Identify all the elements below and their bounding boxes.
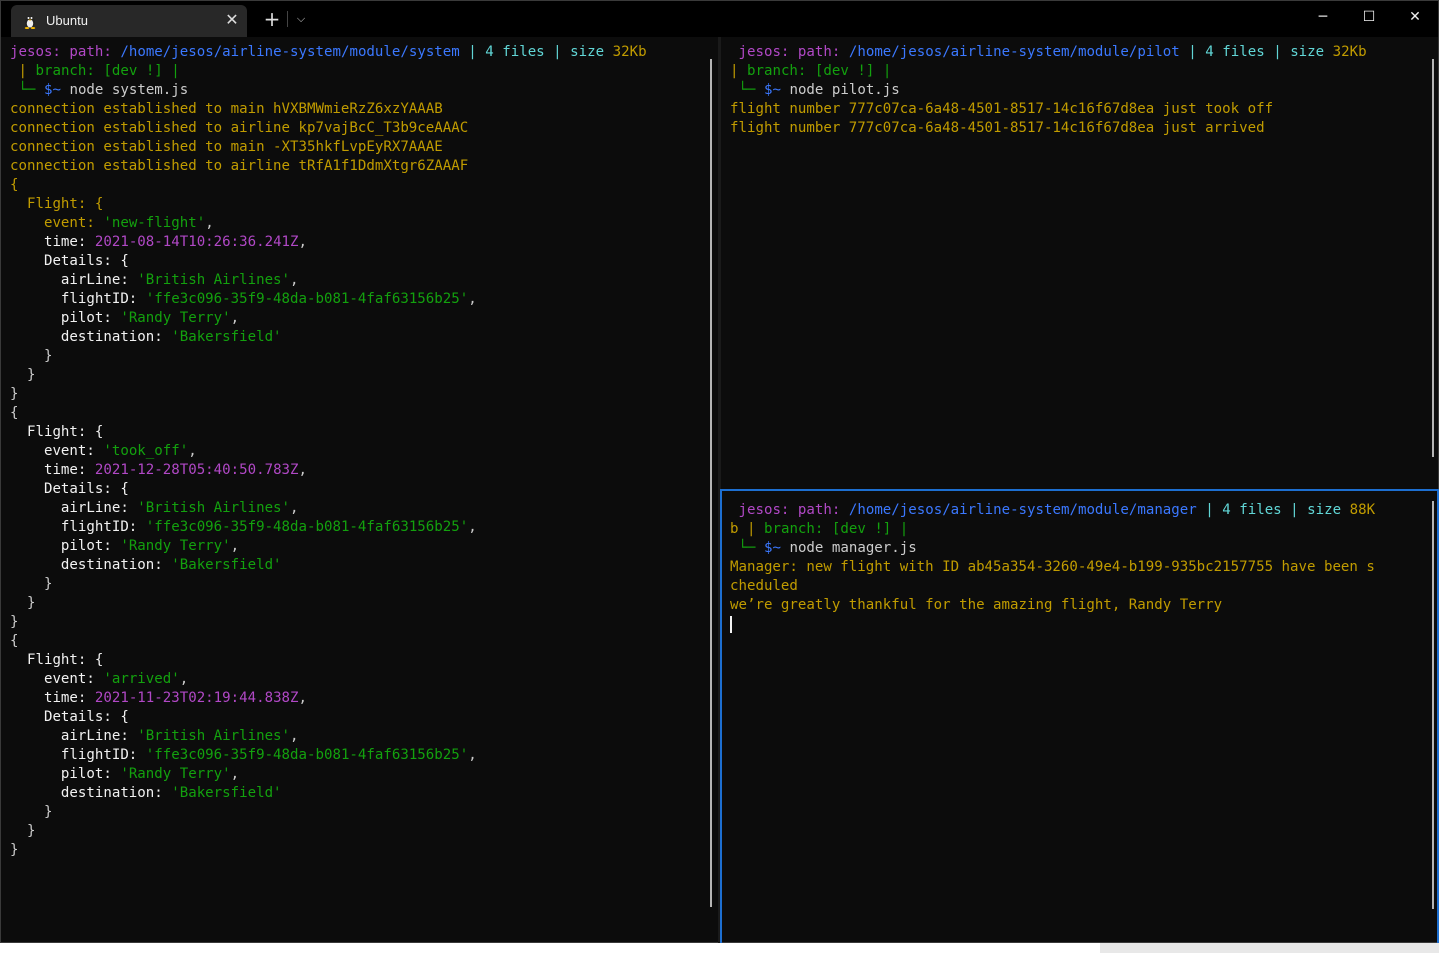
close-tab-icon[interactable]: ✕	[222, 9, 242, 31]
output-line: flight number 777c07ca-6a48-4501-8517-14…	[730, 101, 1274, 117]
pane-pilot[interactable]: jesos: path: /home/jesos/airline-system/…	[721, 37, 1439, 489]
tab-title: Ubuntu	[46, 13, 88, 28]
json-close-brace: }	[26, 595, 36, 611]
json-open-brace: {	[10, 633, 19, 649]
flightid-line: flightID: 'ffe3c096-35f9-48da-b081-4faf6…	[60, 747, 477, 763]
scrollbar-pilot[interactable]	[1432, 59, 1434, 457]
output-line: we’re greatly thankful for the amazing f…	[730, 597, 1223, 613]
minimize-button[interactable]: ─	[1300, 3, 1346, 31]
pilot-line: pilot: 'Randy Terry',	[60, 538, 240, 554]
json-close-brace: }	[10, 614, 19, 630]
json-close-brace: }	[43, 804, 53, 820]
prompt-path: /home/jesos/airline-system/module/pilot	[848, 44, 1180, 60]
tab-ubuntu[interactable]: Ubuntu ✕	[11, 5, 247, 37]
time-line: time: 2021-12-28T05:40:50.783Z,	[43, 462, 308, 478]
flight-key: Flight: {	[26, 196, 104, 212]
output-line: Manager: new flight with ID ab45a354-326…	[730, 559, 1375, 575]
details-key: Details: {	[43, 253, 129, 269]
event-line: event: 'took_off',	[43, 443, 197, 459]
prompt-line: jesos: path: /home/jesos/airline-system/…	[10, 44, 647, 60]
json-close-brace: }	[10, 842, 19, 858]
pane-system[interactable]: jesos: path: /home/jesos/airline-system/…	[1, 37, 717, 943]
output-line: cheduled	[730, 578, 798, 594]
prompt-path: /home/jesos/airline-system/module/manage…	[848, 502, 1197, 518]
chevron-down-icon[interactable]: ⌵	[291, 7, 311, 31]
text-cursor	[730, 615, 732, 633]
airline-line: airLine: 'British Airlines',	[60, 272, 299, 288]
scrollbar-manager[interactable]	[1432, 501, 1434, 909]
json-close-brace: }	[26, 367, 36, 383]
connection-line: connection established to airline kp7vaj…	[10, 120, 469, 136]
maximize-button[interactable]: ☐	[1346, 3, 1392, 31]
destination-line: destination: 'Bakersfield'	[60, 329, 282, 345]
pane-manager[interactable]: jesos: path: /home/jesos/airline-system/…	[720, 489, 1439, 943]
prompt-line: jesos: path: /home/jesos/airline-system/…	[738, 502, 1376, 518]
prompt-branch-line: b | branch: [dev !] |	[730, 521, 909, 537]
command-line: └─ $~ node system.js	[10, 82, 189, 98]
desktop-background-strip	[0, 943, 1439, 953]
command-line: └─ $~ node pilot.js	[730, 82, 900, 98]
connection-line: connection established to main -XT35hkfL…	[10, 139, 443, 155]
new-tab-button[interactable]: +	[260, 7, 284, 31]
details-key: Details: {	[43, 709, 129, 725]
title-bar: Ubuntu ✕ + ⌵ ─ ☐ ✕	[1, 1, 1438, 37]
prompt-branch-line: | branch: [dev !] |	[730, 63, 892, 79]
time-line: time: 2021-08-14T10:26:36.241Z,	[43, 234, 308, 250]
event-line: event: 'new-flight',	[43, 215, 214, 231]
time-line: time: 2021-11-23T02:19:44.838Z,	[43, 690, 308, 706]
json-close-brace: }	[10, 386, 19, 402]
flight-key: Flight: {	[26, 424, 104, 440]
json-open-brace: {	[10, 177, 19, 193]
pilot-line: pilot: 'Randy Terry',	[60, 310, 240, 326]
prompt-path: /home/jesos/airline-system/module/system	[120, 44, 460, 60]
output-line: flight number 777c07ca-6a48-4501-8517-14…	[730, 120, 1265, 136]
input-line[interactable]	[730, 615, 1437, 634]
destination-line: destination: 'Bakersfield'	[60, 557, 282, 573]
flightid-line: flightID: 'ffe3c096-35f9-48da-b081-4faf6…	[60, 519, 477, 535]
event-line: event: 'arrived',	[43, 671, 189, 687]
scrollbar-system[interactable]	[710, 59, 712, 907]
json-close-brace: }	[43, 576, 53, 592]
airline-line: airLine: 'British Airlines',	[60, 728, 299, 744]
flight-key: Flight: {	[26, 652, 104, 668]
pilot-line: pilot: 'Randy Terry',	[60, 766, 240, 782]
terminal-window: Ubuntu ✕ + ⌵ ─ ☐ ✕ jesos: path: /home/je…	[0, 0, 1439, 943]
json-close-brace: }	[26, 823, 36, 839]
flightid-line: flightID: 'ffe3c096-35f9-48da-b081-4faf6…	[60, 291, 477, 307]
destination-line: destination: 'Bakersfield'	[60, 785, 282, 801]
connection-line: connection established to airline tRfA1f…	[10, 158, 469, 174]
json-open-brace: {	[10, 405, 19, 421]
json-close-brace: }	[43, 348, 53, 364]
connection-line: connection established to main hVXBMWmie…	[10, 101, 443, 117]
prompt-branch-line: | branch: [dev !] |	[10, 63, 180, 79]
prompt-line: jesos: path: /home/jesos/airline-system/…	[738, 44, 1367, 60]
tab-divider	[287, 11, 288, 27]
close-window-button[interactable]: ✕	[1392, 3, 1438, 31]
details-key: Details: {	[43, 481, 129, 497]
airline-line: airLine: 'British Airlines',	[60, 500, 299, 516]
command-line: └─ $~ node manager.js	[730, 540, 917, 556]
linux-tux-icon	[24, 16, 36, 29]
